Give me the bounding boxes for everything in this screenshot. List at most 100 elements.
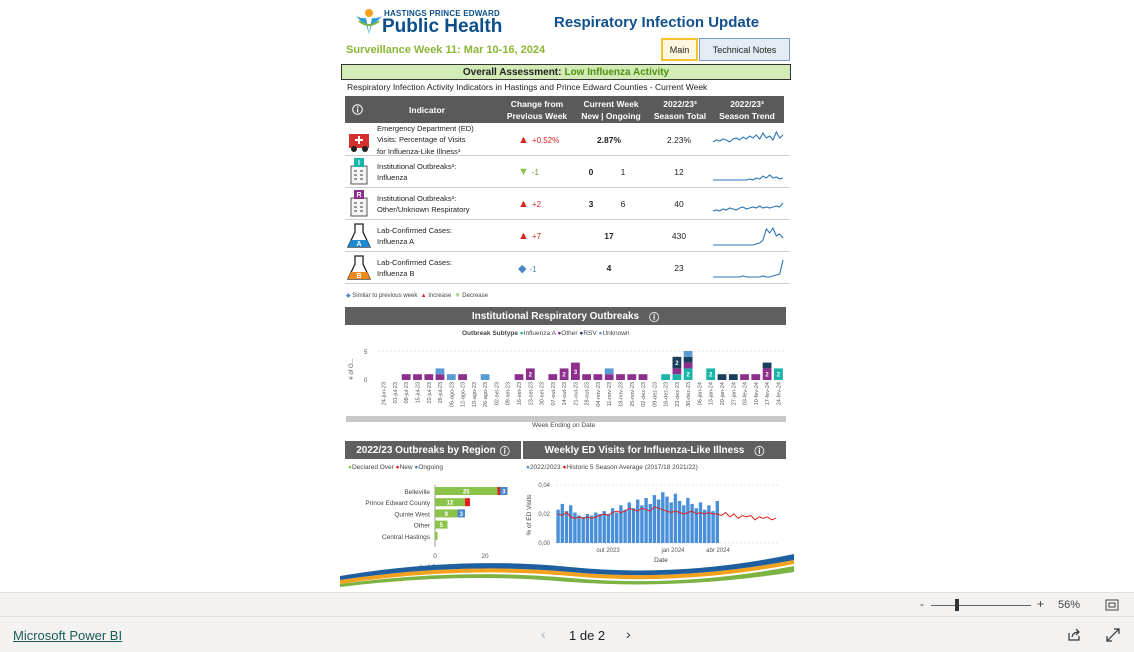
ed-bar xyxy=(652,495,657,543)
info-icon[interactable] xyxy=(352,104,363,115)
outbreaks-title: Institutional Respiratory Outbreaks xyxy=(471,310,640,322)
y-tick-label: 0,02 xyxy=(538,512,550,518)
y-tick-label: 5 xyxy=(364,350,368,356)
season-trend-sparkline xyxy=(713,174,784,181)
ed-bar xyxy=(669,502,673,543)
x-tick-label: 09-set-23 xyxy=(506,382,512,405)
x-tick-label: 11-nov-23 xyxy=(607,382,613,406)
outbreak-bar xyxy=(683,351,693,357)
fit-to-page-icon[interactable] xyxy=(1105,599,1119,611)
svg-text:A: A xyxy=(356,241,361,248)
trend-line xyxy=(712,130,784,143)
outbreak-bar xyxy=(435,368,445,375)
technical-notes-button[interactable]: Technical Notes xyxy=(699,38,790,61)
outbreak-ylabel: # of O... xyxy=(349,358,355,380)
bar-data-label: 12 xyxy=(447,501,454,507)
region-label: Belleville xyxy=(404,489,430,496)
y-tick-label: 0,00 xyxy=(538,541,550,547)
current-new: 2.87% xyxy=(596,135,622,145)
indicator-label: Lab-Confirmed Cases: Influenza B xyxy=(377,257,507,280)
legend-other: Other xyxy=(561,330,578,337)
outbreak-bar xyxy=(424,374,434,380)
indicator-label-line: Lab-Confirmed Cases: xyxy=(377,257,453,267)
ed-ylabel: % of ED Visits xyxy=(526,494,533,536)
current-new: 3 xyxy=(588,199,594,209)
ed-bar xyxy=(703,509,707,543)
change-text: +7 xyxy=(531,232,542,241)
info-icon[interactable]: ⓘ xyxy=(500,443,510,458)
ed-bar xyxy=(623,509,627,543)
logo-line2: Public Health xyxy=(382,16,503,37)
next-page-icon[interactable]: › xyxy=(626,626,631,642)
x-tick-label: 08-jul-23 xyxy=(404,382,410,403)
outbreak-bar xyxy=(728,374,738,380)
season-total: 12 xyxy=(674,167,684,177)
svg-text:R: R xyxy=(356,192,361,199)
region-title: 2022/23 Outbreaks by Region xyxy=(356,444,496,456)
ed-bar xyxy=(640,505,644,543)
x-tick-label: 07-out-23 xyxy=(551,382,557,406)
x-tick-label: 10-fev-24 xyxy=(754,382,760,405)
x-tick-label: 25-nov-23 xyxy=(630,382,636,407)
outbreak-bar xyxy=(672,374,682,380)
x-tick-label: 12-ago-23 xyxy=(461,382,467,407)
outbreak-bar xyxy=(514,374,524,380)
current-new: 17 xyxy=(604,231,614,241)
current-ongoing: 6 xyxy=(620,199,626,209)
ed-bar xyxy=(715,501,719,543)
x-tick-label: 09-dez-23 xyxy=(652,382,658,407)
x-tick-label: 02-dez-23 xyxy=(641,382,647,407)
outbreak-bar xyxy=(593,374,603,380)
current-new: 0 xyxy=(588,167,594,177)
season-total: 2.23% xyxy=(666,135,692,145)
x-tick-label: 24-jun-23 xyxy=(382,382,388,405)
share-icon[interactable] xyxy=(1067,628,1082,642)
surveillance-week: Surveillance Week 11: Mar 10-16, 2024 xyxy=(346,44,546,56)
current-ongoing: 1 xyxy=(620,167,626,177)
outbreak-bar xyxy=(548,374,558,380)
header-season-1: 2022/23³ xyxy=(663,99,697,109)
ed-bar xyxy=(656,499,661,543)
ed-bar xyxy=(615,512,619,543)
ed-bar xyxy=(564,511,569,543)
x-tick-label: 24-fev-24 xyxy=(776,382,782,405)
table-row: Emergency Department (ED) Visits: Percent… xyxy=(345,124,789,156)
trend-line xyxy=(712,202,784,212)
outbreak-bar xyxy=(446,374,456,380)
power-bi-link[interactable]: Microsoft Power BI xyxy=(13,628,122,643)
legend-increase: Increase xyxy=(428,293,452,299)
fullscreen-icon[interactable] xyxy=(1106,628,1120,642)
zoom-slider[interactable] xyxy=(931,605,1031,606)
info-icon[interactable]: ⓘ xyxy=(754,443,764,458)
legend-ongoing: Ongoing xyxy=(418,464,443,471)
outbreak-bar xyxy=(604,368,614,375)
season-trend-sparkline xyxy=(712,130,784,143)
diamond-icon: ◆ xyxy=(518,263,527,275)
season-trend-sparkline xyxy=(713,226,784,246)
ed-bar xyxy=(661,492,665,543)
x-tick-label: 13-jan-24 xyxy=(709,382,715,405)
change-text: +2 xyxy=(531,200,542,209)
change-text: -1 xyxy=(531,168,540,177)
season-total: 23 xyxy=(674,263,684,273)
building-i-icon: I xyxy=(350,158,368,185)
ed-bar xyxy=(560,503,564,543)
zoom-in-button[interactable]: + xyxy=(1037,597,1044,611)
zoom-out-button[interactable]: - xyxy=(920,597,924,611)
header-change-2: Previous Week xyxy=(506,111,568,121)
change-value: ◆ -1 xyxy=(518,262,537,275)
info-icon[interactable]: ⓘ xyxy=(649,309,659,324)
x-tick-label: 03-fev-24 xyxy=(743,382,749,405)
change-value: ▲ +7 xyxy=(518,230,541,242)
x-tick-label: 16-dez-23 xyxy=(664,382,670,407)
header-current-1: Current Week xyxy=(583,99,639,109)
region-bar xyxy=(435,531,438,540)
health-logo-icon xyxy=(356,9,382,34)
main-page-button[interactable]: Main xyxy=(661,38,698,61)
legend-new: New xyxy=(399,464,413,471)
zoom-slider-thumb[interactable] xyxy=(955,599,959,611)
x-tick-label: 26-ago-23 xyxy=(483,382,489,407)
prev-page-icon[interactable]: ‹ xyxy=(541,626,546,642)
ed-bar xyxy=(711,511,715,543)
zoom-level: 56% xyxy=(1058,599,1081,611)
